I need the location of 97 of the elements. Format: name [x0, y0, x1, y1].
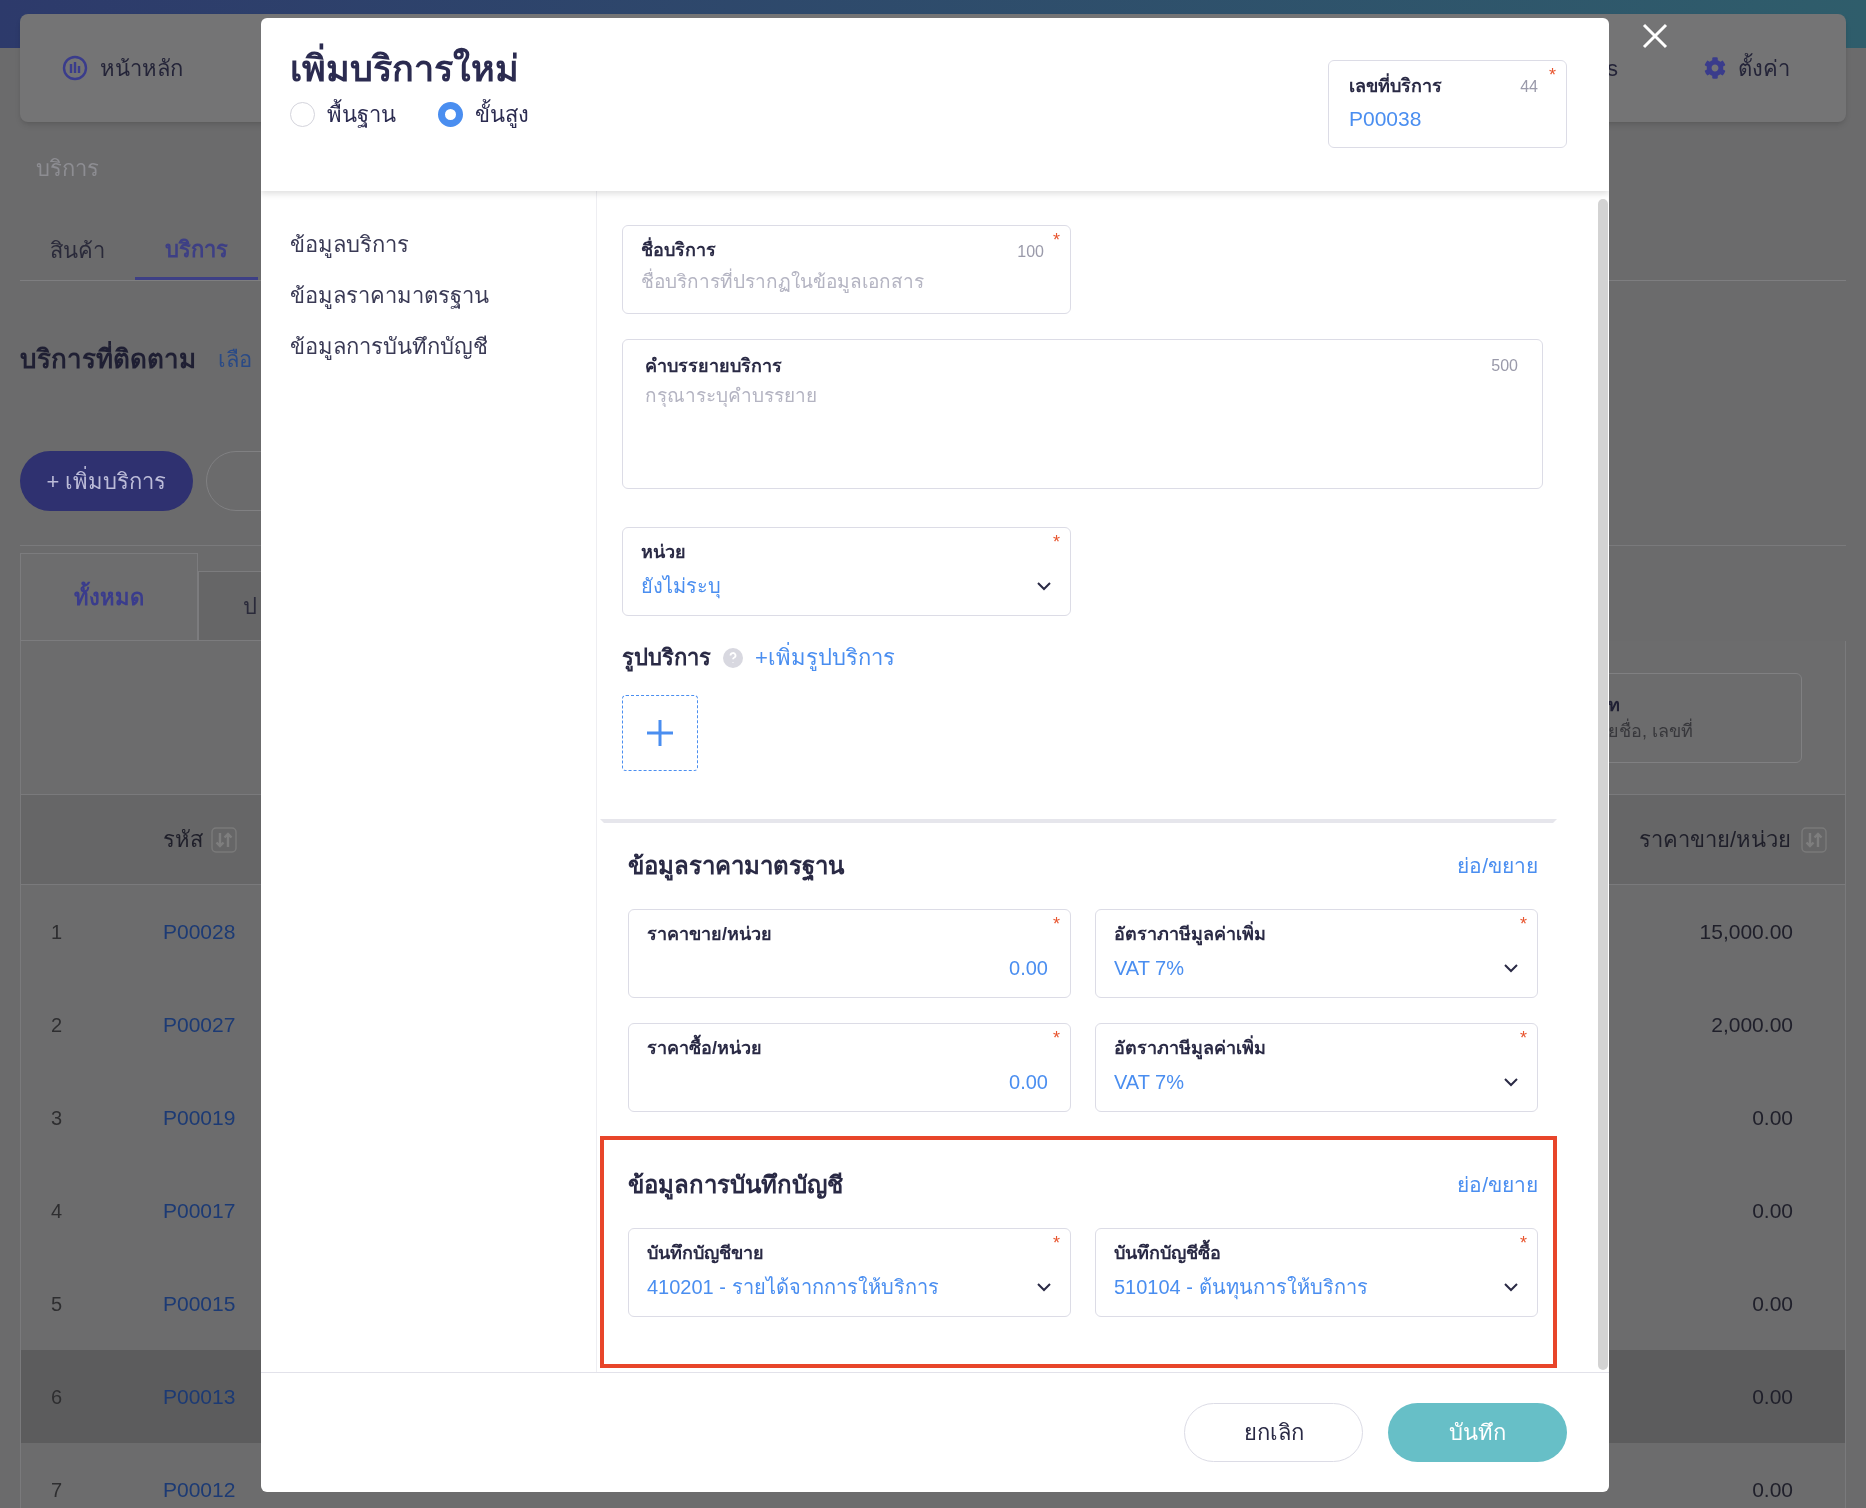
chevron-down-icon [1503, 1077, 1519, 1087]
field-label: ราคาซื้อ/หน่วย [647, 1034, 762, 1062]
row-number: 5 [50, 1291, 64, 1317]
field-label: บันทึกบัญชีขาย [647, 1242, 764, 1266]
service-code-link[interactable]: P00017 [163, 1194, 236, 1227]
field-label: รูปบริการ [622, 644, 711, 673]
select-field[interactable]: อัตราภาษีมูลค่าเพิ่ม VAT 7% * [1095, 1023, 1538, 1112]
settings-link[interactable]: ตั้งค่า [1738, 51, 1790, 85]
service-name-field[interactable]: ชื่อบริการ 100 ชื่อบริการที่ปรากฏในข้อมูลเอกสาร * [622, 225, 1071, 314]
table-cell-text: 0.00 [1752, 1476, 1794, 1503]
cancel-button[interactable]: ยกเลิก [1184, 1403, 1363, 1462]
field-value: 0.00 [1009, 1070, 1048, 1095]
save-button[interactable]: บันทึก [1388, 1403, 1567, 1462]
table-cell-text: 2,000.00 [1711, 1011, 1794, 1038]
section-nav-link[interactable]: ข้อมูลการบันทึกบัญชี [290, 331, 596, 363]
radio-option[interactable]: พื้นฐาน [290, 98, 396, 131]
table-cell-text: 0.00 [1752, 1104, 1794, 1131]
field-label: อัตราภาษีมูลค่าเพิ่ม [1114, 920, 1266, 948]
help-icon[interactable] [723, 648, 743, 668]
required-asterisk: * [1053, 532, 1060, 552]
service-name-input[interactable]: ชื่อบริการที่ปรากฏในข้อมูลเอกสาร [641, 268, 1021, 296]
field-value: P00038 [1349, 106, 1423, 132]
description-input[interactable]: กรุณาระบุคำบรรยาย [645, 382, 1520, 472]
field-value: VAT 7% [1114, 956, 1185, 981]
number-field[interactable]: ราคาขาย/หน่วย 0.00 * [628, 909, 1071, 998]
section-title: ข้อมูลราคามาตรฐาน [628, 851, 844, 882]
select-field[interactable]: อัตราภาษีมูลค่าเพิ่ม VAT 7% * [1095, 909, 1538, 998]
required-asterisk: * [1549, 65, 1556, 85]
radio-option[interactable]: ขั้นสูง [438, 98, 529, 131]
description-field[interactable]: คำบรรยายบริการ 500 กรุณาระบุคำบรรยาย [622, 339, 1543, 489]
section-nav-link[interactable]: ข้อมูลราคามาตรฐาน [290, 280, 596, 312]
sort-icon[interactable] [1801, 826, 1827, 853]
field-value: ยังไม่ระบุ [641, 574, 721, 600]
add-service-button[interactable]: + เพิ่มบริการ [20, 451, 193, 511]
service-code-link[interactable]: P00019 [163, 1101, 236, 1134]
image-upload-box[interactable] [622, 695, 698, 771]
service-code-link[interactable]: P00028 [163, 915, 236, 948]
tab[interactable]: สินค้า [20, 221, 135, 280]
row-number: 2 [50, 1012, 64, 1038]
service-code-link[interactable]: P00027 [163, 1008, 236, 1041]
chart-icon [62, 55, 88, 81]
table-cell-text: 15,000.00 [1699, 918, 1794, 945]
service-number-field[interactable]: เลขที่บริการ 44 P00038 * [1328, 60, 1567, 148]
field-label: เลขที่บริการ [1349, 73, 1442, 99]
field-value: 410201 - รายได้จากการให้บริการ [647, 1275, 939, 1300]
field-value: 0.00 [1009, 956, 1048, 981]
row-number: 4 [50, 1198, 64, 1224]
table-cell-text: 0.00 [1752, 1197, 1794, 1224]
field-label: บันทึกบัญชีซื้อ [1114, 1239, 1221, 1267]
character-count: 100 [1017, 242, 1044, 262]
character-count: 44 [1520, 77, 1538, 97]
field-value: VAT 7% [1114, 1070, 1185, 1095]
chevron-down-icon [1036, 581, 1052, 591]
close-icon[interactable] [1641, 22, 1669, 50]
scrollbar-thumb[interactable] [1598, 199, 1608, 1370]
service-code-link[interactable]: P00012 [163, 1473, 236, 1506]
chevron-down-icon [1503, 1282, 1519, 1292]
field-label: ท [1608, 694, 1621, 717]
table-cell-text: 0.00 [1752, 1290, 1794, 1317]
row-number: 3 [50, 1105, 64, 1131]
required-asterisk: * [1053, 1233, 1060, 1253]
settings-icon[interactable] [1704, 57, 1726, 79]
add-image-link[interactable]: +เพิ่มรูปบริการ [755, 643, 895, 673]
select-field[interactable]: บันทึกบัญชีขาย 410201 - รายได้จากการให้บริการ * [628, 1228, 1071, 1317]
plus-icon [645, 718, 675, 748]
section-nav-link[interactable]: ข้อมูลบริการ [290, 229, 596, 261]
table-cell-text: 0.00 [1752, 1383, 1794, 1410]
field-label: หน่วย [641, 541, 686, 564]
collapse-toggle-link[interactable]: ย่อ/ขยาย [1457, 1169, 1538, 1201]
home-link[interactable]: หน้าหลัก [100, 51, 183, 85]
service-code-link[interactable]: P00015 [163, 1287, 236, 1320]
row-number: 1 [50, 919, 64, 945]
character-count: 500 [1491, 356, 1518, 376]
field-label: ชื่อบริการ [641, 236, 716, 264]
field-label: คำบรรยายบริการ [645, 355, 782, 378]
section-title: บริการที่ติดตาม [20, 341, 196, 377]
field-value: 510104 - ต้นทุนการให้บริการ [1114, 1275, 1368, 1301]
required-asterisk: * [1053, 230, 1060, 250]
section-title: ข้อมูลการบันทึกบัญชี [628, 1170, 843, 1201]
column-header[interactable]: ราคาขาย/หน่วย [1638, 823, 1791, 856]
required-asterisk: * [1520, 1028, 1527, 1048]
required-asterisk: * [1520, 1233, 1527, 1253]
row-number: 7 [50, 1477, 64, 1503]
unit-select[interactable]: หน่วย ยังไม่ระบุ * [622, 527, 1071, 616]
chevron-down-icon [1036, 1282, 1052, 1292]
select-field[interactable]: บันทึกบัญชีซื้อ 510104 - ต้นทุนการให้บริการ * [1095, 1228, 1538, 1317]
service-code-link[interactable]: P00013 [163, 1380, 236, 1413]
number-field[interactable]: ราคาซื้อ/หน่วย 0.00 * [628, 1023, 1071, 1112]
column-header[interactable]: รหัส [163, 823, 203, 856]
field-label: อัตราภาษีมูลค่าเพิ่ม [1114, 1034, 1266, 1062]
required-asterisk: * [1053, 1028, 1060, 1048]
chevron-down-icon [1503, 963, 1519, 973]
collapse-toggle-link[interactable]: ย่อ/ขยาย [1457, 850, 1538, 882]
required-asterisk: * [1053, 914, 1060, 934]
field-label: ราคาขาย/หน่วย [647, 923, 772, 946]
sort-icon[interactable] [211, 826, 237, 853]
required-asterisk: * [1520, 914, 1527, 934]
